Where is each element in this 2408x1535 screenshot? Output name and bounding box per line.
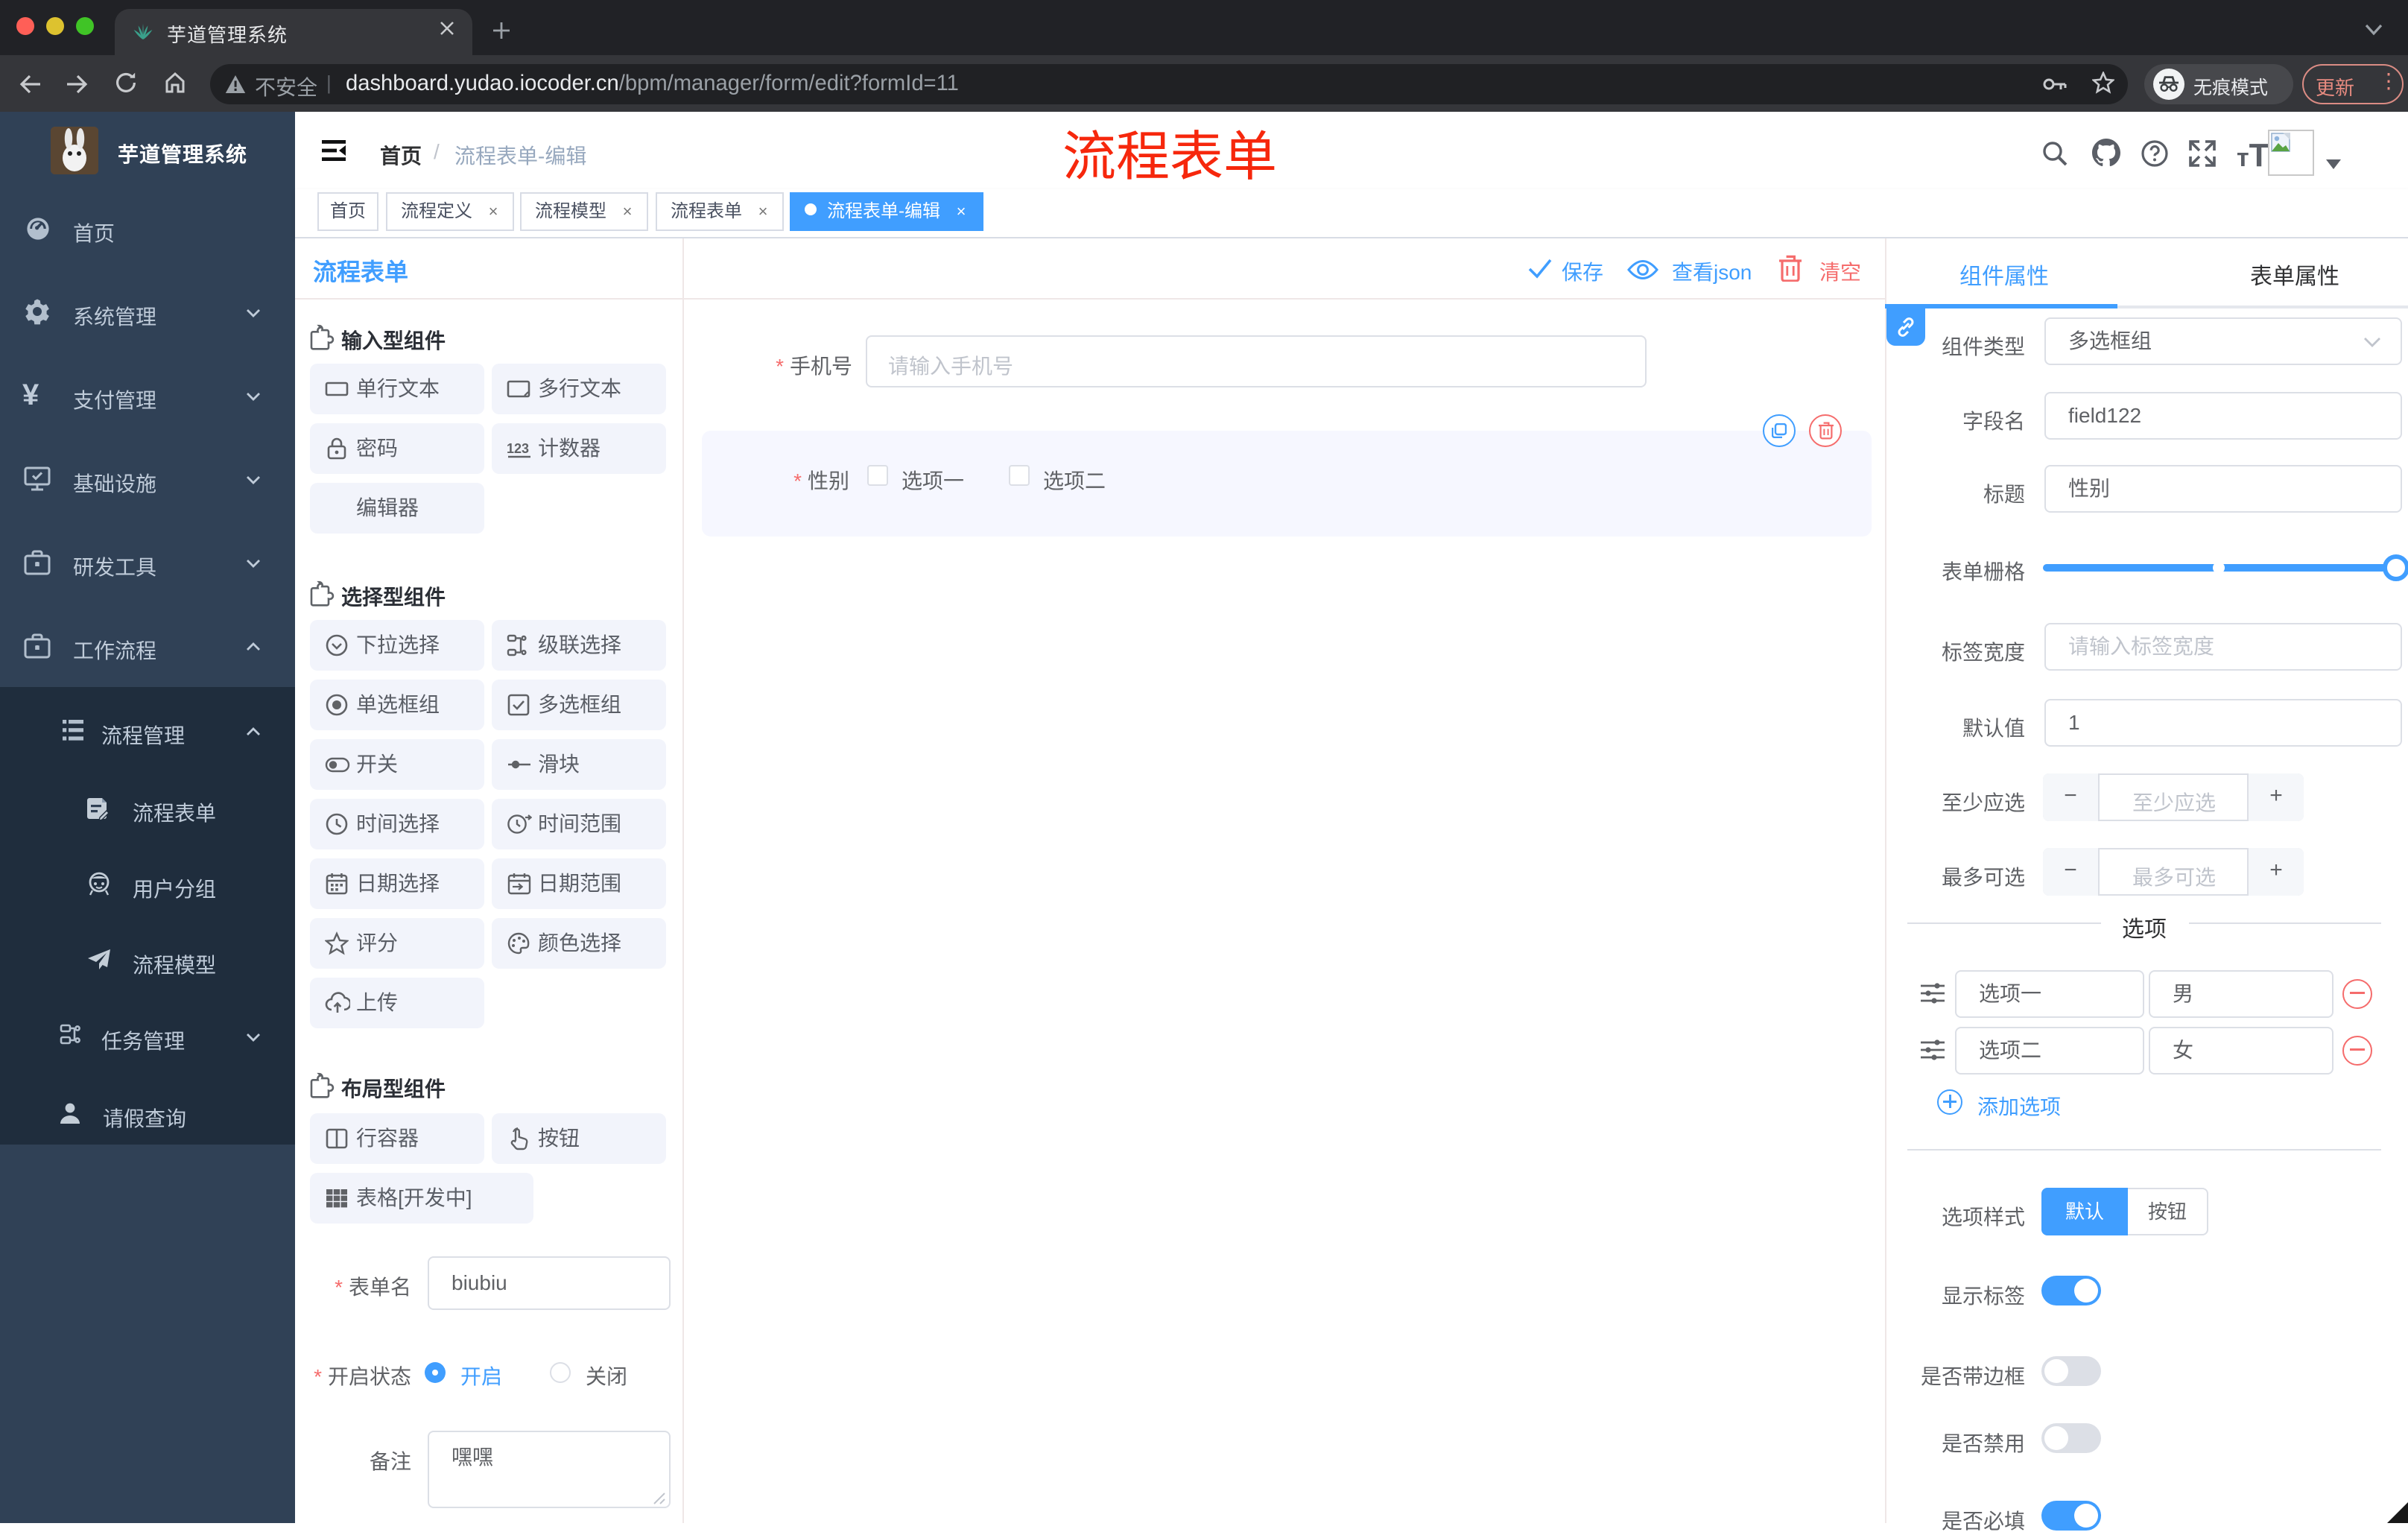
svg-text:123: 123: [507, 441, 529, 456]
